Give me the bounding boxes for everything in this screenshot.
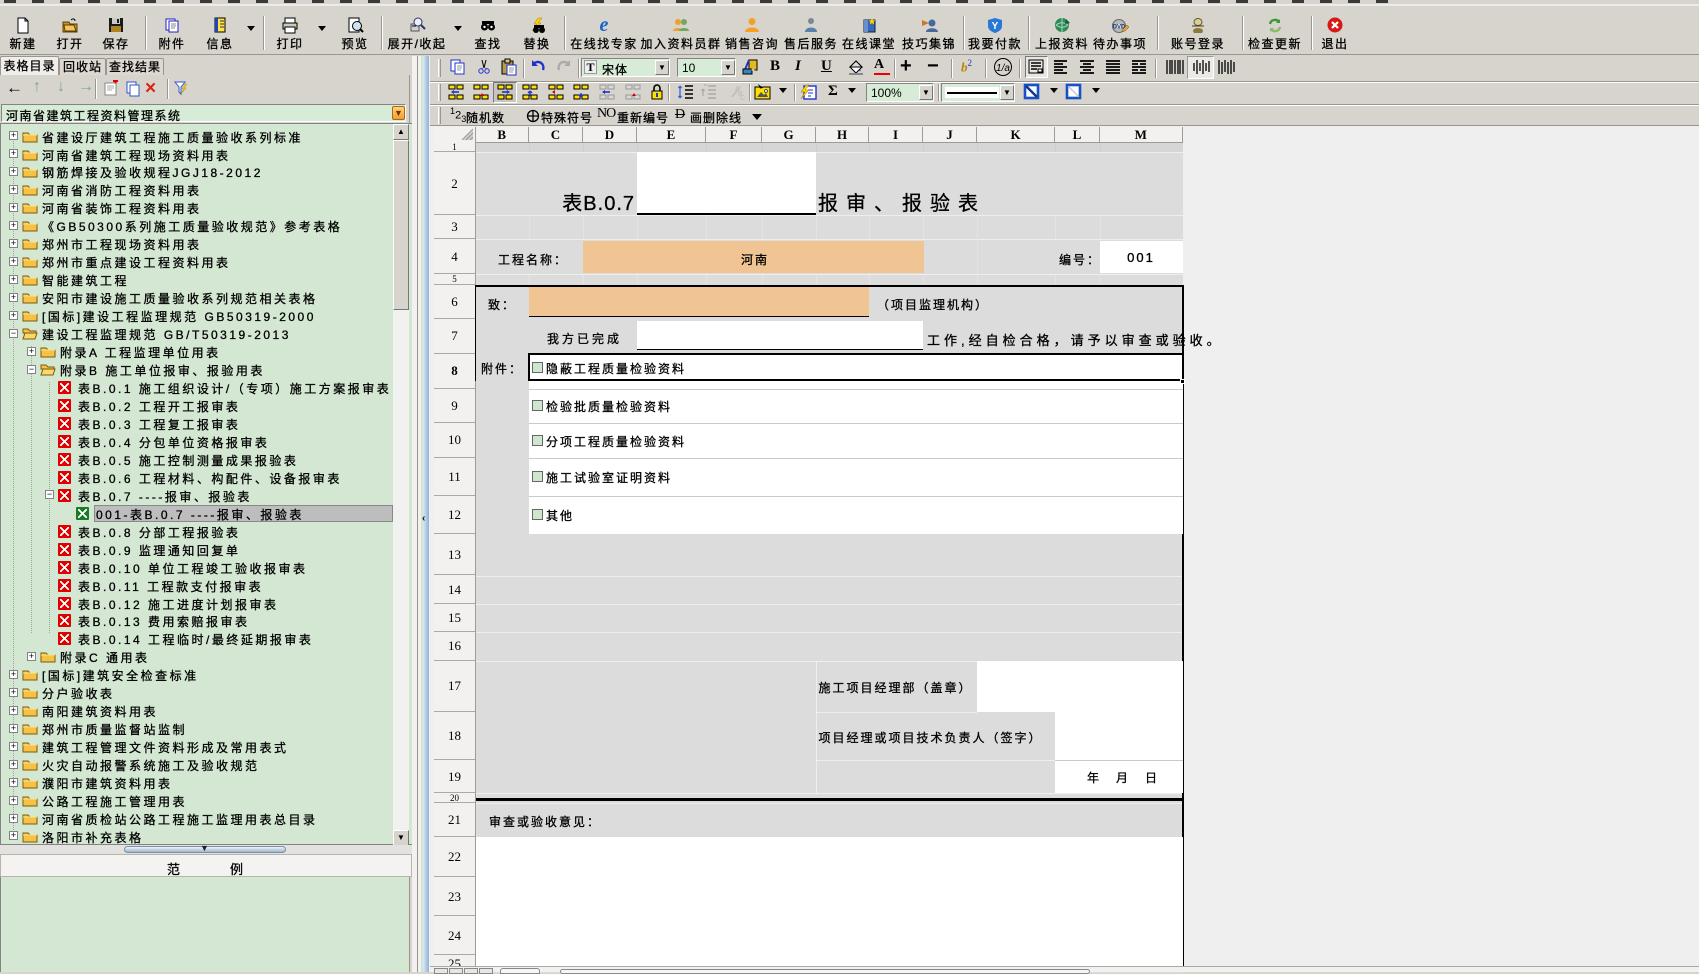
svg-text:Y: Y: [992, 21, 999, 32]
svg-text:1/a: 1/a: [996, 63, 1010, 74]
svg-text:C: C: [740, 95, 745, 101]
